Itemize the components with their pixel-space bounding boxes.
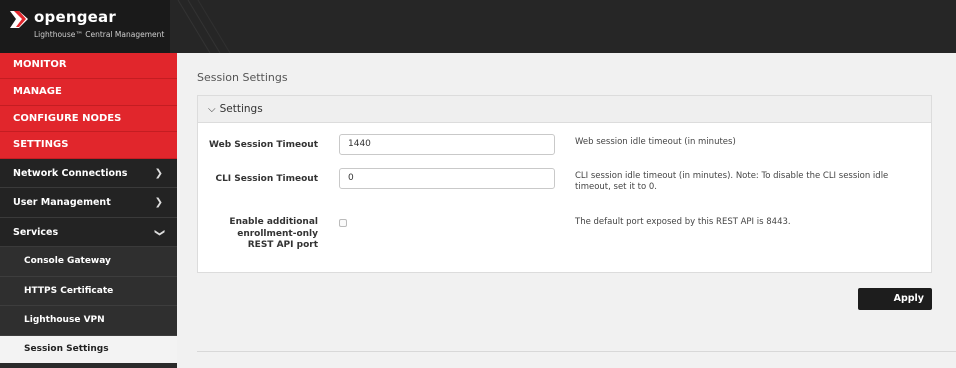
chevron-down-icon: ❯	[153, 228, 165, 237]
chevron-right-icon: ❯	[154, 167, 163, 179]
sidebar-item-settings[interactable]: SETTINGS	[0, 132, 177, 159]
cli-session-timeout-input[interactable]: 0	[339, 168, 555, 189]
decorative-stripes	[177, 0, 231, 53]
cli-session-timeout-help: CLI session idle timeout (in minutes). N…	[575, 171, 889, 193]
settings-panel-header[interactable]: ⌵ Settings	[198, 96, 931, 123]
page-title: Session Settings	[197, 71, 288, 84]
rest-api-port-help: The default port exposed by this REST AP…	[575, 217, 791, 227]
sidebar-subitem-console-gateway[interactable]: Console Gateway	[0, 247, 177, 277]
cli-session-timeout-label: CLI Session Timeout	[215, 174, 318, 184]
sidebar-item-services[interactable]: Services ❯	[0, 217, 177, 247]
sidebar-item-monitor[interactable]: MONITOR	[0, 53, 177, 79]
sidebar-item-manage[interactable]: MANAGE	[0, 79, 177, 106]
sidebar: MONITOR MANAGE CONFIGURE NODES SETTINGS …	[0, 53, 177, 368]
web-session-timeout-input[interactable]: 1440	[339, 134, 555, 155]
rest-api-port-checkbox[interactable]	[339, 219, 347, 227]
apply-button[interactable]: Apply	[858, 288, 932, 310]
rest-api-port-label: Enable additional enrollment-only REST A…	[229, 217, 318, 251]
web-session-timeout-help: Web session idle timeout (in minutes)	[575, 137, 736, 147]
web-session-timeout-label: Web Session Timeout	[209, 140, 318, 150]
sidebar-item-label: Services	[13, 226, 59, 238]
sidebar-subitem-lighthouse-vpn[interactable]: Lighthouse VPN	[0, 306, 177, 336]
sidebar-subitem-session-settings[interactable]: Session Settings	[0, 335, 177, 363]
settings-panel: ⌵ Settings Web Session Timeout 1440 Web s…	[197, 95, 932, 273]
brand-subtitle: Lighthouse™ Central Management	[34, 30, 165, 39]
brand-name: opengear	[34, 8, 116, 26]
sidebar-item-configure-nodes[interactable]: CONFIGURE NODES	[0, 105, 177, 132]
sidebar-item-network-connections[interactable]: Network Connections ❯	[0, 158, 177, 188]
sidebar-item-user-management[interactable]: User Management ❯	[0, 188, 177, 218]
main-content: Session Settings ⌵ Settings Web Session T…	[177, 53, 956, 368]
sidebar-subitem-https-certificate[interactable]: HTTPS Certificate	[0, 276, 177, 306]
chevron-right-icon: ❯	[154, 197, 163, 208]
panel-title: Settings	[219, 103, 263, 115]
sidebar-item-label: Network Connections	[13, 167, 128, 179]
logo[interactable]: opengear Lighthouse™ Central Management	[0, 0, 170, 53]
divider	[197, 351, 956, 352]
top-bar: opengear Lighthouse™ Central Management	[0, 0, 956, 53]
sidebar-item-label: User Management	[13, 197, 111, 208]
opengear-logo-icon	[10, 11, 28, 28]
chevron-down-icon: ⌵	[208, 104, 216, 115]
